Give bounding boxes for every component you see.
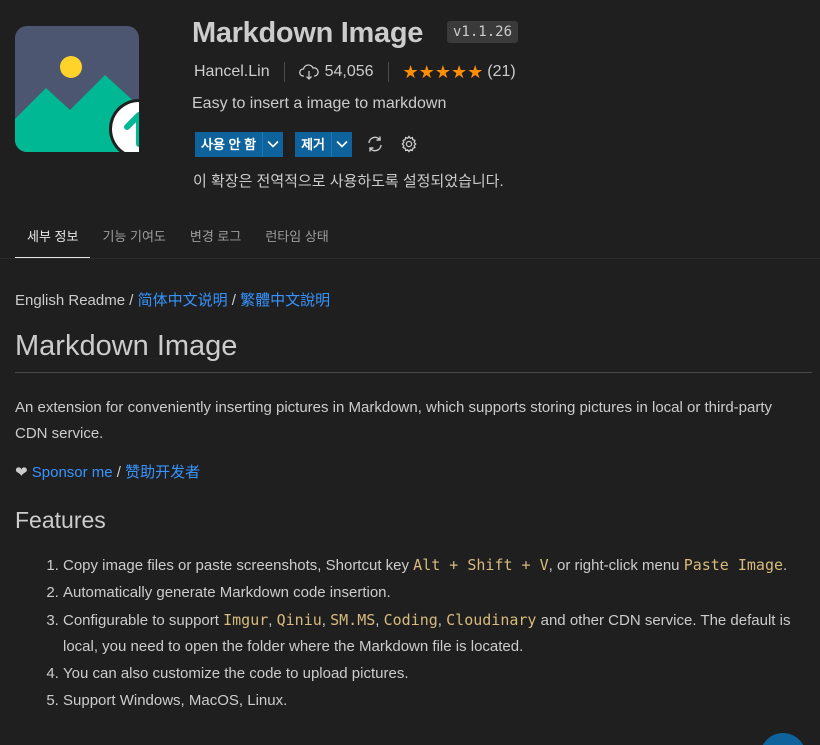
readme-intro: An extension for conveniently inserting … [15, 399, 773, 442]
uninstall-split-button: 제거 [295, 131, 352, 157]
tab-feature-contributions[interactable]: 기능 기여도 [90, 226, 177, 258]
sun-icon [60, 56, 82, 78]
features-heading: Features [15, 507, 106, 533]
sponsor-link[interactable]: Sponsor me [32, 464, 113, 481]
tab-details[interactable]: 세부 정보 [15, 226, 91, 258]
sponsor-cn-link[interactable]: 赞助开发者 [125, 464, 200, 481]
list-item: Configurable to support Imgur, Qiniu, SM… [63, 607, 815, 660]
tab-changelog[interactable]: 변경 로그 [178, 226, 253, 258]
download-cloud-icon [298, 64, 319, 80]
list-item: Support Windows, MacOS, Linux. [63, 688, 815, 714]
disable-split-button: 사용 안 함 [195, 131, 284, 157]
tabs-divider [0, 258, 820, 259]
settings-button[interactable] [398, 133, 420, 155]
readme-title: Markdown Image [15, 330, 812, 373]
details-tabs: 세부 정보 기능 기여도 변경 로그 런타임 상태 [15, 226, 341, 258]
uninstall-dropdown-button[interactable] [332, 140, 352, 148]
readme-language-links: English Readme / 简体中文说明 / 繁體中文說明 [15, 292, 331, 309]
readme-content: English Readme / 简体中文说明 / 繁體中文說明 Markdow… [15, 291, 815, 715]
action-bar: 사용 안 함 제거 [195, 131, 432, 157]
extension-logo [15, 26, 139, 152]
tab-runtime-status[interactable]: 런타임 상태 [253, 226, 340, 258]
uninstall-button[interactable]: 제거 [295, 132, 331, 157]
heart-icon: ❤ [15, 464, 28, 481]
extension-name: Markdown Image [192, 17, 424, 49]
menu-code: Paste Image [683, 556, 784, 574]
rating-count: (21) [487, 63, 516, 80]
version-badge: v1.1.26 [447, 21, 519, 43]
rating-stars[interactable]: ★★★★★ [403, 62, 484, 83]
chevron-down-icon [267, 140, 279, 148]
link-traditional-chinese[interactable]: 繁體中文說明 [240, 292, 330, 309]
features-list: Copy image files or paste screenshots, S… [15, 552, 815, 714]
download-count: 54,056 [324, 63, 374, 80]
extension-description: Easy to insert a image to markdown [192, 95, 447, 112]
floating-action-button[interactable] [760, 733, 806, 745]
publisher-link[interactable]: Hancel.Lin [194, 63, 270, 81]
sync-icon [368, 136, 382, 152]
divider [387, 62, 389, 82]
chevron-down-icon [336, 140, 348, 148]
enablement-status: 이 확장은 전역적으로 사용하도록 설정되었습니다. [193, 173, 504, 190]
gear-icon [401, 135, 417, 153]
sponsor-line: ❤ Sponsor me / 赞助开发者 [15, 464, 201, 481]
list-item: Automatically generate Markdown code ins… [63, 580, 815, 606]
link-simplified-chinese[interactable]: 简体中文说明 [138, 292, 228, 309]
list-item: You can also customize the code to uploa… [63, 661, 815, 687]
sync-button[interactable] [364, 133, 386, 155]
shortcut-code: Alt + Shift + V [413, 556, 549, 574]
divider [283, 62, 285, 82]
extension-meta: Hancel.Lin 54,056 ★★★★★ (21) [194, 61, 516, 83]
disable-dropdown-button[interactable] [263, 140, 283, 148]
disable-button[interactable]: 사용 안 함 [195, 132, 262, 157]
list-item: Copy image files or paste screenshots, S… [63, 552, 815, 579]
